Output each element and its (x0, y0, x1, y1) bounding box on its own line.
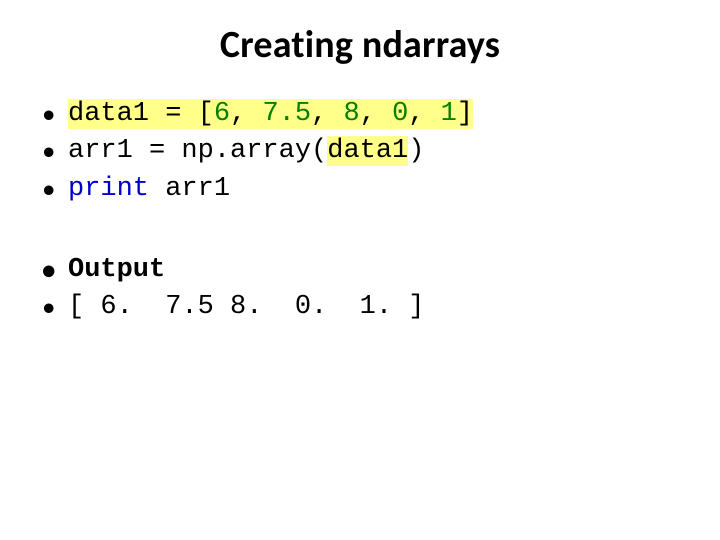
code-line-1: data1 = [6, 7.5, 8, 0, 1] (40, 96, 690, 133)
output-label: Output (40, 252, 690, 289)
code-line-3: print arr1 (40, 171, 690, 208)
slide: Creating ndarrays data1 = [6, 7.5, 8, 0,… (0, 0, 720, 540)
output-line: [ 6. 7.5 8. 0. 1. ] (40, 289, 690, 326)
output-block: Output [ 6. 7.5 8. 0. 1. ] (40, 252, 690, 327)
slide-title: Creating ndarrays (30, 22, 690, 68)
code-block: data1 = [6, 7.5, 8, 0, 1] arr1 = np.arra… (40, 96, 690, 208)
code-line-2: arr1 = np.array(data1) (40, 133, 690, 170)
